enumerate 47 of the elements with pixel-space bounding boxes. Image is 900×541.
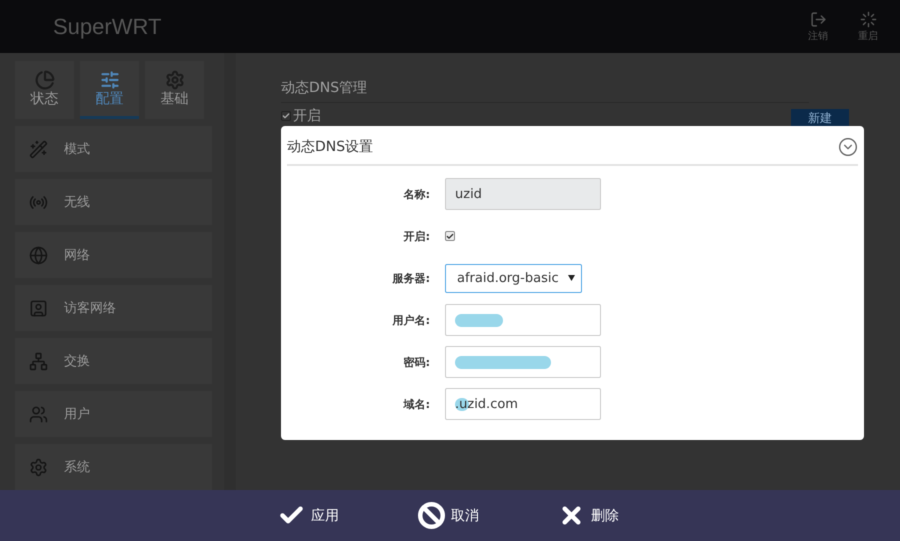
field-label: 用户名: [391,312,431,328]
gear-icon [164,70,184,90]
header-button[interactable]: 注销 [808,10,828,43]
checkbox[interactable] [281,111,291,122]
delete-button[interactable]: 删除 [558,502,698,530]
field-label: 域名: [402,396,431,412]
apply-button[interactable]: 应用 [278,502,418,530]
spinner-icon [860,10,876,28]
sidebar-item[interactable]: 用户 [15,391,212,438]
sidebar-item[interactable]: 网络 [15,232,212,278]
field-label: 服务器: [391,270,431,286]
new-button[interactable]: 新建 [791,109,849,128]
sidebar-item[interactable]: 交换 [15,338,212,384]
sidebar-item[interactable]: 无线 [15,179,212,226]
cancel-button[interactable]: 取消 [418,502,558,530]
header-button[interactable]: 重启 [858,10,878,43]
sidebar-item[interactable]: 系统 [15,444,212,490]
users-icon [29,404,48,424]
sliders-icon [100,70,120,90]
person-icon [29,298,48,318]
sidebar-item[interactable]: 访客网络 [15,285,212,332]
collapse-icon[interactable] [838,137,858,158]
logout-icon [810,10,826,28]
server-select[interactable]: afraid.org-basic [445,264,582,293]
field-label: 开启: [402,228,431,244]
dialog-title: 动态DNS设置 [287,138,374,156]
globe-icon [29,246,48,265]
nav-tab[interactable]: 配置 [80,61,139,120]
input-field[interactable] [445,346,601,378]
hierarchy-icon [29,352,48,371]
field-label: 名称: [402,186,431,202]
enable-checkbox[interactable]: 开启 [281,107,321,126]
section-title: 动态DNS管理 [281,79,809,104]
pie-chart-icon [34,70,54,90]
checkbox[interactable] [445,231,455,242]
gear-icon [29,458,48,477]
field-label: 密码: [402,354,431,370]
nav-tab[interactable]: 状态 [15,61,74,120]
sidebar-item[interactable]: 模式 [15,126,212,172]
input-field[interactable]: .uzid.com [445,388,601,420]
prohibited-icon [418,502,445,530]
magic-wand-icon [29,140,48,159]
nav-tab[interactable]: 基础 [145,61,204,120]
input-field[interactable] [445,304,601,336]
scrollbar[interactable] [224,53,236,490]
caret-icon [568,275,575,282]
app-title: SuperWRT [53,14,162,40]
